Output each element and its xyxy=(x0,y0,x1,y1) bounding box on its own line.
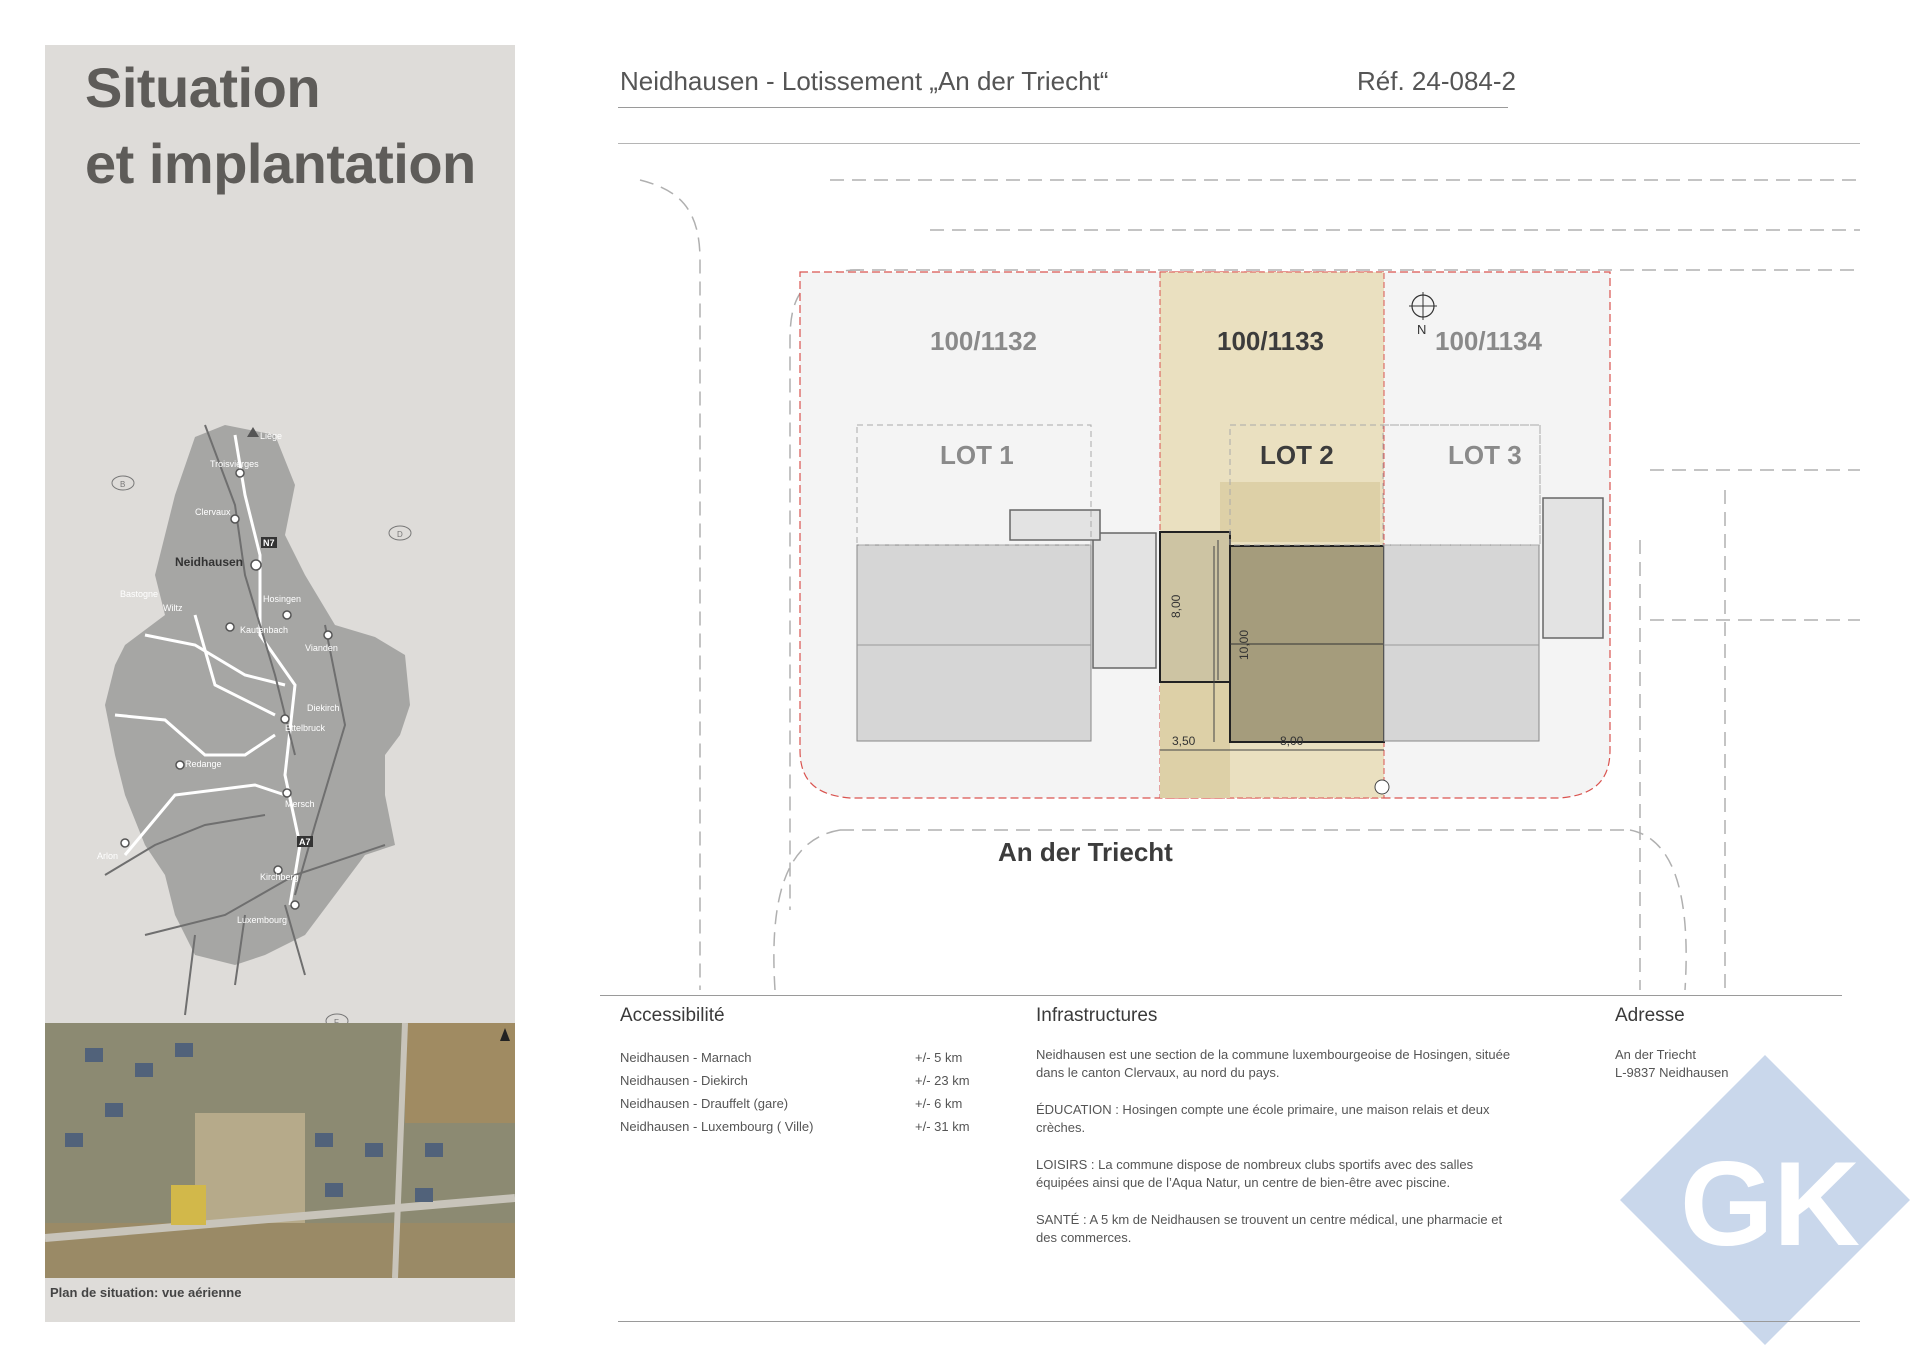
infra-paragraph-intro: Neidhausen est une section de la commune… xyxy=(1036,1047,1511,1080)
lot-label-1: LOT 1 xyxy=(940,440,1014,470)
access-route-4: Neidhausen - Luxembourg ( Ville) xyxy=(620,1119,814,1134)
header-divider xyxy=(618,107,1508,108)
map-label-n7: N7 xyxy=(263,538,275,548)
infra-paragraph-sante: SANTÉ : A 5 km de Neidhausen se trouvent… xyxy=(1036,1212,1503,1245)
info-divider xyxy=(600,995,1842,996)
svg-text:D: D xyxy=(397,530,403,539)
lot1-house xyxy=(856,544,1092,742)
infra-paragraph-education: ÉDUCATION : Hosingen compte une école pr… xyxy=(1036,1102,1490,1135)
infrastructures-title: Infrastructures xyxy=(1036,1005,1158,1026)
manhole-icon xyxy=(1374,779,1390,795)
map-label-bastogne: Bastogne xyxy=(120,589,158,599)
lot-label-2: LOT 2 xyxy=(1260,440,1334,470)
map-label-vianden: Vianden xyxy=(305,643,338,653)
lot1-garage xyxy=(1092,532,1157,669)
site-plan: 3,50 8,00 8,00 10,00 100/1132 100/1133 1… xyxy=(639,179,1860,990)
street-name: An der Triecht xyxy=(998,837,1173,867)
map-label-hosingen: Hosingen xyxy=(263,594,301,604)
svg-text:B: B xyxy=(120,480,125,489)
map-label-troisvierges: Troisvierges xyxy=(210,459,259,469)
access-distance-1: +/- 5 km xyxy=(915,1050,963,1065)
map-label-liege: Liège xyxy=(260,431,282,441)
lot3-garage xyxy=(1542,497,1604,639)
dimension-8-00-depth: 8,00 xyxy=(1169,594,1183,618)
project-title: Neidhausen - Lotissement „An der Triecht… xyxy=(620,66,1109,96)
map-label-redange: Redange xyxy=(185,759,222,769)
dimension-3-50: 3,50 xyxy=(1172,734,1196,748)
access-distance-2: +/- 23 km xyxy=(915,1073,970,1088)
map-label-luxembourg: Luxembourg xyxy=(237,915,287,925)
aerial-caption: Plan de situation: vue aérienne xyxy=(50,1285,242,1300)
map-label-wiltz: Wiltz xyxy=(163,603,183,613)
lot-label-3: LOT 3 xyxy=(1448,440,1522,470)
luxembourg-map: Liège Troisvierges Clervaux Hosingen Bas… xyxy=(97,424,412,1029)
parcel-label-1134: 100/1134 xyxy=(1435,326,1543,356)
map-label-arlon: Arlon xyxy=(97,851,118,861)
svg-text:N: N xyxy=(1417,322,1426,337)
map-label-diekirch: Diekirch xyxy=(307,703,340,713)
parcel-label-1132: 100/1132 xyxy=(930,326,1037,356)
gk-logo: GK xyxy=(1620,1055,1910,1345)
aerial-photo xyxy=(45,1023,515,1278)
dimension-8-00-width: 8,00 xyxy=(1280,734,1304,748)
access-distance-4: +/- 31 km xyxy=(915,1119,970,1134)
lot3-house xyxy=(1383,544,1540,742)
access-distance-3: +/- 6 km xyxy=(915,1096,963,1111)
map-label-ettelbruck: Ettelbruck xyxy=(285,723,326,733)
access-route-1: Neidhausen - Marnach xyxy=(620,1050,752,1065)
map-label-mersch: Mersch xyxy=(285,799,315,809)
page-title-line2: et implantation xyxy=(85,132,476,195)
access-route-3: Neidhausen - Drauffelt (gare) xyxy=(620,1096,789,1111)
map-label-clervaux: Clervaux xyxy=(195,507,231,517)
map-label-kirchberg: Kirchberg xyxy=(260,872,299,882)
project-reference: Réf. 24-084-2 xyxy=(1357,66,1516,96)
bottom-divider xyxy=(618,1321,1860,1322)
svg-text:GK: GK xyxy=(1680,1137,1860,1271)
country-shape xyxy=(105,425,410,965)
map-label-a7: A7 xyxy=(299,837,311,847)
adresse-title: Adresse xyxy=(1615,1005,1685,1026)
page-title-line1: Situation xyxy=(85,56,321,119)
left-panel: Situation et implantation Liège Troisvie… xyxy=(45,45,515,1322)
map-label-neidhausen: Neidhausen xyxy=(175,555,243,569)
dimension-10-00: 10,00 xyxy=(1237,630,1251,660)
infra-paragraph-loisirs: LOISIRS : La commune dispose de nombreux… xyxy=(1036,1157,1474,1190)
map-label-kautenbach: Kautenbach xyxy=(240,625,288,635)
parcel-label-1133: 100/1133 xyxy=(1217,326,1324,356)
accessibilite-title: Accessibilité xyxy=(620,1005,725,1026)
access-route-2: Neidhausen - Diekirch xyxy=(620,1073,748,1088)
plan-top-divider xyxy=(618,143,1860,144)
lot2-garden xyxy=(1220,482,1380,542)
